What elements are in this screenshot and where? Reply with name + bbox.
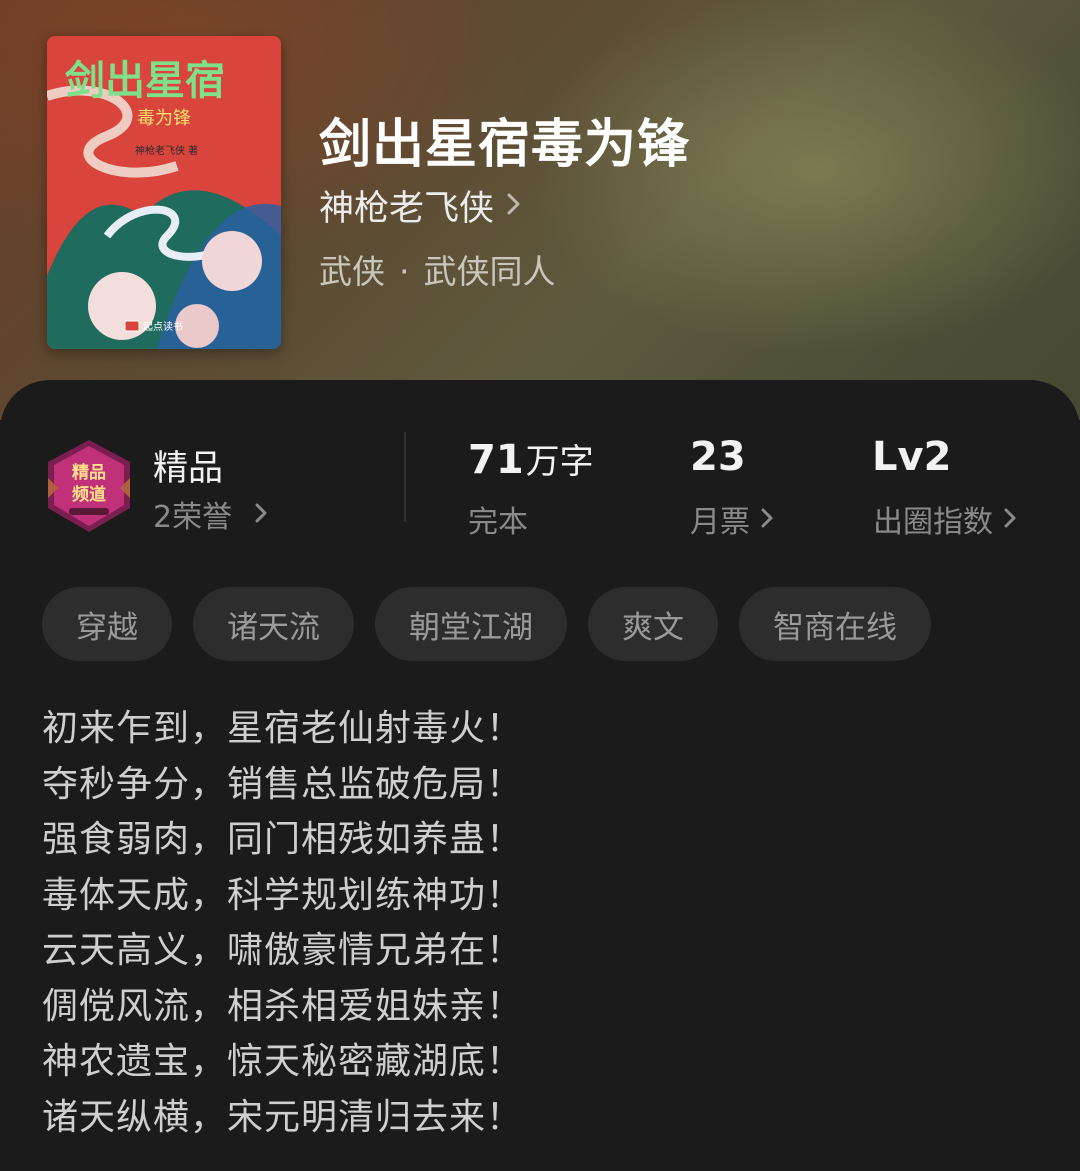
book-title: 剑出星宿毒为锋 [319, 114, 691, 175]
badge-text-line2: 频道 [72, 484, 106, 505]
stats-divider [404, 432, 406, 522]
synopsis-line: 初来乍到，星宿老仙射毒火！ [42, 708, 524, 749]
tag-chip[interactable]: 穿越 [42, 587, 172, 661]
word-count-unit: 万字 [525, 442, 594, 482]
tag-chip[interactable]: 智商在线 [739, 587, 931, 661]
tag-list: 穿越 诸天流 朝堂江湖 爽文 智商在线 [42, 587, 952, 661]
cover-title: 剑出星宿 [65, 57, 225, 104]
book-cover[interactable]: 剑出星宿 毒为锋 神枪老飞侠 著 起点读书 [47, 36, 281, 349]
monthly-votes-label: 月票 [690, 505, 750, 540]
tag-chip[interactable]: 诸天流 [193, 587, 354, 661]
chevron-right-icon [254, 497, 268, 532]
breakout-value: Lv2 [872, 434, 952, 480]
synopsis-line: 夺秒争分，销售总监破危局！ [42, 763, 524, 805]
premium-channel-badge-icon[interactable]: 精品 频道 [44, 438, 134, 534]
word-count: 71万字 [468, 434, 594, 483]
breakout-label: 出圈指数 [873, 505, 993, 540]
breakout-link[interactable]: 出圈指数 [873, 497, 1017, 541]
tag-chip[interactable]: 爽文 [588, 587, 718, 661]
book-synopsis[interactable]: 初来乍到，星宿老仙射毒火！ 夺秒争分，销售总监破危局！ 强食弱肉，同门相残如养蛊… [42, 701, 523, 1145]
genre-secondary[interactable]: 武侠同人 [424, 252, 556, 291]
word-count-value: 71 [468, 437, 524, 483]
cover-author: 神枪老飞侠 著 [135, 144, 198, 157]
tag-chip[interactable]: 朝堂江湖 [375, 587, 567, 661]
genre-primary[interactable]: 武侠 [319, 252, 385, 291]
channel-label: 精品 [153, 449, 224, 489]
monthly-votes-link[interactable]: 月票 [690, 497, 774, 541]
synopsis-line: 倜傥风流，相杀相爱姐妹亲！ [42, 985, 524, 1027]
honor-count: 2荣誉 [153, 500, 233, 535]
synopsis-line: 诸天纵横，宋元明清归去来！ [42, 1096, 524, 1138]
synopsis-line: 毒体天成，科学规划练神功！ [42, 874, 524, 916]
cover-subtitle: 毒为锋 [137, 108, 191, 129]
genre-line: 武侠 · 武侠同人 [319, 245, 556, 293]
synopsis-line: 神农遗宝，惊天秘密藏湖底！ [42, 1041, 524, 1082]
cover-publisher: 起点读书 [143, 320, 183, 333]
chevron-right-icon [506, 186, 522, 226]
author-name: 神枪老飞侠 [319, 189, 495, 229]
synopsis-line: 云天高义，啸傲豪情兄弟在！ [42, 930, 524, 971]
chevron-right-icon [760, 502, 774, 537]
honor-link[interactable]: 2荣誉 [153, 492, 268, 536]
monthly-votes-value: 23 [690, 434, 746, 480]
chevron-right-icon [1003, 502, 1017, 537]
author-link[interactable]: 神枪老飞侠 [319, 180, 522, 231]
badge-text-line1: 精品 [72, 462, 106, 483]
synopsis-line: 强食弱肉，同门相残如养蛊！ [42, 819, 524, 860]
genre-separator: · [399, 252, 410, 291]
completion-status: 完本 [468, 505, 528, 540]
